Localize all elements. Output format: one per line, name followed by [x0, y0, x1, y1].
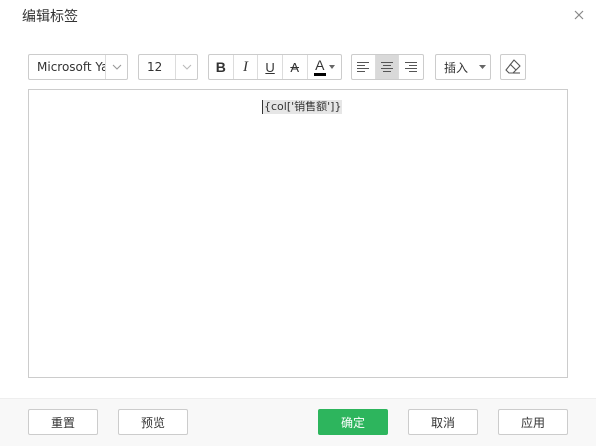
underline-button[interactable]: U	[258, 55, 283, 79]
cancel-button[interactable]: 取消	[408, 409, 478, 435]
italic-button[interactable]: I	[234, 55, 259, 79]
align-left-button[interactable]	[352, 55, 376, 79]
dialog-footer: 重置 预览 确定 取消 应用	[0, 398, 596, 446]
apply-button[interactable]: 应用	[498, 409, 568, 435]
dialog-title-bar: 编辑标签	[0, 0, 596, 32]
align-center-icon	[381, 62, 393, 72]
close-icon[interactable]	[572, 8, 586, 22]
preview-button[interactable]: 预览	[118, 409, 188, 435]
align-right-button[interactable]	[399, 55, 423, 79]
underline-label: U	[265, 59, 275, 75]
label-editor[interactable]: {col['销售额']}	[28, 89, 568, 378]
align-center-button[interactable]	[375, 55, 400, 79]
caret-down-icon	[328, 65, 335, 69]
edit-label-dialog: 编辑标签 Microsoft Yahei 12 B I U A	[0, 0, 596, 446]
font-size-value: 12	[147, 60, 163, 74]
eraser-icon	[505, 59, 521, 74]
caret-down-icon	[474, 55, 490, 79]
font-size-select[interactable]: 12	[138, 54, 198, 80]
font-family-value: Microsoft Yahei	[37, 60, 105, 74]
insert-select[interactable]: 插入	[435, 54, 491, 80]
reset-button[interactable]: 重置	[28, 409, 98, 435]
confirm-button[interactable]: 确定	[318, 409, 388, 435]
font-color-swatch	[313, 72, 326, 76]
align-left-icon	[357, 62, 370, 72]
format-button-group: B I U A A	[208, 54, 342, 80]
chevron-down-icon	[105, 55, 127, 79]
align-right-icon	[405, 62, 418, 72]
font-color-label: A	[315, 56, 325, 73]
insert-label: 插入	[444, 60, 469, 75]
strikethrough-button[interactable]: A	[283, 55, 308, 79]
chevron-down-icon	[175, 55, 197, 79]
bold-button[interactable]: B	[209, 55, 234, 79]
bold-label: B	[215, 59, 226, 75]
field-token[interactable]: {col['销售额']}	[262, 100, 343, 114]
dialog-title: 编辑标签	[22, 9, 78, 25]
alignment-button-group	[351, 54, 424, 80]
font-family-select[interactable]: Microsoft Yahei	[28, 54, 128, 80]
italic-label: I	[242, 58, 248, 75]
clear-format-button[interactable]	[500, 54, 526, 80]
strikethrough-label: A	[290, 59, 300, 75]
font-color-button[interactable]: A	[308, 55, 341, 79]
